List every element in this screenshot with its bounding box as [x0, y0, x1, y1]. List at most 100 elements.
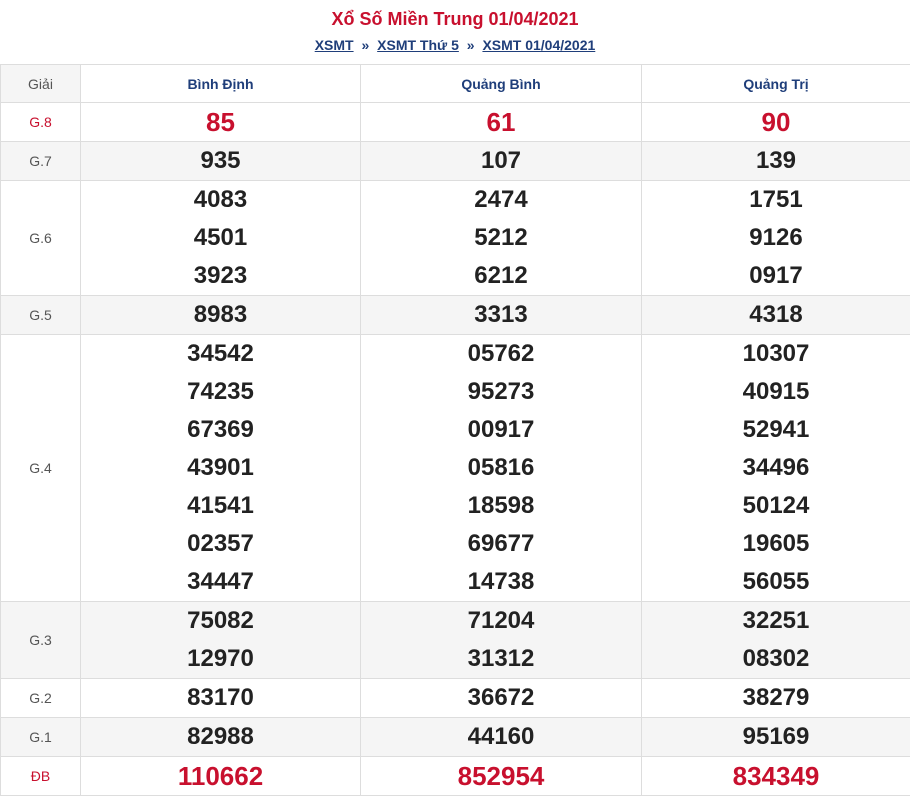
prize-name: G.2 — [1, 679, 81, 718]
prize-row: G.5898333134318 — [1, 296, 910, 335]
result-cell: 8983 — [81, 296, 361, 335]
result-number: 02357 — [81, 525, 360, 563]
result-number: 107 — [361, 142, 641, 180]
result-number: 50124 — [642, 487, 910, 525]
prize-name: G.6 — [1, 181, 81, 296]
result-number: 1751 — [642, 181, 910, 219]
prize-column-header: Giải — [1, 65, 81, 103]
result-number: 139 — [642, 142, 910, 180]
prize-row: G.1829884416095169 — [1, 718, 910, 757]
result-number: 38279 — [642, 679, 910, 717]
prize-row: G.2831703667238279 — [1, 679, 910, 718]
prize-row: G.3750821297071204313123225108302 — [1, 602, 910, 679]
breadcrumb-xsmt-thu5[interactable]: XSMT Thứ 5 — [377, 37, 459, 53]
prize-name: ĐB — [1, 757, 81, 796]
results-table: Giải Bình Định Quảng Bình Quảng Trị G.88… — [0, 64, 910, 796]
result-number: 85 — [81, 103, 360, 141]
result-cell: 110662 — [81, 757, 361, 796]
result-number: 41541 — [81, 487, 360, 525]
result-number: 71204 — [361, 602, 641, 640]
result-number: 05762 — [361, 335, 641, 373]
result-number: 6212 — [361, 257, 641, 295]
result-cell: 139 — [642, 142, 910, 181]
prize-row: G.43454274235673694390141541023573444705… — [1, 335, 910, 602]
result-number: 69677 — [361, 525, 641, 563]
breadcrumb-xsmt-date[interactable]: XSMT 01/04/2021 — [482, 37, 595, 53]
province-header-quang-tri[interactable]: Quảng Trị — [642, 65, 910, 103]
province-header-quang-binh[interactable]: Quảng Bình — [361, 65, 642, 103]
result-cell: 3313 — [361, 296, 642, 335]
result-number: 95273 — [361, 373, 641, 411]
prize-row: ĐB110662852954834349 — [1, 757, 910, 796]
result-number: 74235 — [81, 373, 360, 411]
result-number: 10307 — [642, 335, 910, 373]
result-cell: 44160 — [361, 718, 642, 757]
result-cell: 82988 — [81, 718, 361, 757]
result-number: 14738 — [361, 563, 641, 601]
result-cell: 05762952730091705816185986967714738 — [361, 335, 642, 602]
result-cell: 38279 — [642, 679, 910, 718]
page-header: Xổ Số Miền Trung 01/04/2021 XSMT » XSMT … — [0, 0, 910, 64]
result-cell: 107 — [361, 142, 642, 181]
result-number: 08302 — [642, 640, 910, 678]
result-number: 75082 — [81, 602, 360, 640]
province-header-binh-dinh[interactable]: Bình Định — [81, 65, 361, 103]
result-cell: 3225108302 — [642, 602, 910, 679]
result-number: 43901 — [81, 449, 360, 487]
result-cell: 7508212970 — [81, 602, 361, 679]
result-number: 05816 — [361, 449, 641, 487]
result-number: 56055 — [642, 563, 910, 601]
result-number: 5212 — [361, 219, 641, 257]
result-number: 0917 — [642, 257, 910, 295]
result-cell: 36672 — [361, 679, 642, 718]
result-number: 83170 — [81, 679, 360, 717]
prize-name: G.8 — [1, 103, 81, 142]
result-number: 4318 — [642, 296, 910, 334]
result-cell: 7120431312 — [361, 602, 642, 679]
result-number: 32251 — [642, 602, 910, 640]
result-cell: 852954 — [361, 757, 642, 796]
result-cell: 408345013923 — [81, 181, 361, 296]
result-cell: 10307409155294134496501241960556055 — [642, 335, 910, 602]
result-cell: 247452126212 — [361, 181, 642, 296]
result-cell: 175191260917 — [642, 181, 910, 296]
result-number: 19605 — [642, 525, 910, 563]
result-number: 8983 — [81, 296, 360, 334]
result-number: 82988 — [81, 718, 360, 756]
prize-name: G.5 — [1, 296, 81, 335]
result-number: 2474 — [361, 181, 641, 219]
result-number: 935 — [81, 142, 360, 180]
result-number: 34542 — [81, 335, 360, 373]
breadcrumb-xsmt[interactable]: XSMT — [315, 37, 354, 53]
result-number: 44160 — [361, 718, 641, 756]
result-cell: 4318 — [642, 296, 910, 335]
result-cell: 61 — [361, 103, 642, 142]
result-number: 834349 — [642, 757, 910, 795]
prize-row: G.6408345013923247452126212175191260917 — [1, 181, 910, 296]
result-number: 34496 — [642, 449, 910, 487]
result-number: 36672 — [361, 679, 641, 717]
prize-name: G.4 — [1, 335, 81, 602]
breadcrumb-separator: » — [357, 37, 373, 53]
result-cell: 85 — [81, 103, 361, 142]
result-number: 67369 — [81, 411, 360, 449]
result-cell: 34542742356736943901415410235734447 — [81, 335, 361, 602]
result-number: 52941 — [642, 411, 910, 449]
result-cell: 834349 — [642, 757, 910, 796]
result-number: 4083 — [81, 181, 360, 219]
result-number: 61 — [361, 103, 641, 141]
prize-row: G.8856190 — [1, 103, 910, 142]
result-number: 4501 — [81, 219, 360, 257]
result-number: 18598 — [361, 487, 641, 525]
result-number: 3313 — [361, 296, 641, 334]
result-number: 90 — [642, 103, 910, 141]
result-number: 110662 — [81, 757, 360, 795]
result-cell: 95169 — [642, 718, 910, 757]
result-cell: 935 — [81, 142, 361, 181]
prize-row: G.7935107139 — [1, 142, 910, 181]
result-number: 9126 — [642, 219, 910, 257]
result-number: 12970 — [81, 640, 360, 678]
result-number: 40915 — [642, 373, 910, 411]
prize-name: G.3 — [1, 602, 81, 679]
result-number: 34447 — [81, 563, 360, 601]
